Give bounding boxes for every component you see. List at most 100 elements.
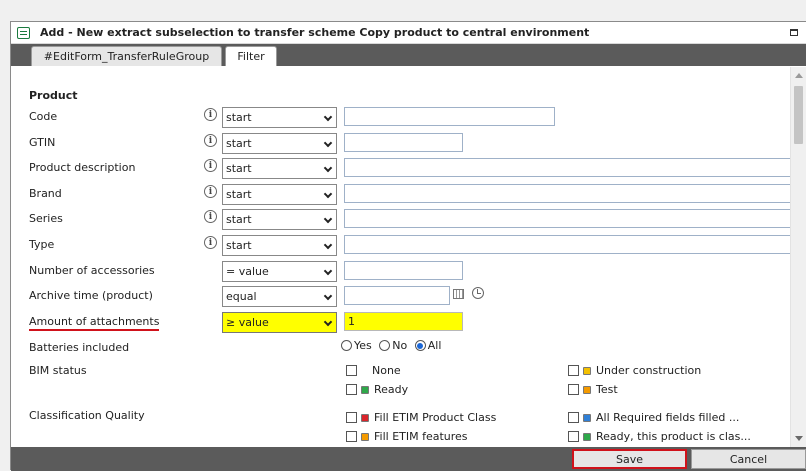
info-icon[interactable]: i <box>204 159 217 172</box>
code-input[interactable] <box>344 107 555 126</box>
row-gtin: GTIN i start <box>11 132 791 154</box>
window-title: Add - New extract subselection to transf… <box>40 26 590 39</box>
checkbox-label: Test <box>596 383 618 396</box>
yellow-status-icon <box>583 366 591 375</box>
dialog-window: Add - New extract subselection to transf… <box>10 21 806 471</box>
tab-bar: #EditForm_TransferRuleGroup Filter <box>11 44 806 66</box>
row-classification-quality: Classification Quality Fill ETIM Product… <box>11 405 791 447</box>
field-label: Product description <box>29 161 136 174</box>
checkbox[interactable] <box>346 431 357 442</box>
checkbox[interactable] <box>568 412 579 423</box>
form-icon <box>17 26 30 39</box>
checkbox[interactable] <box>568 384 579 395</box>
cancel-button[interactable]: Cancel <box>691 449 806 469</box>
red-status-icon <box>361 413 369 422</box>
row-type: Type i start <box>11 234 791 256</box>
archive-date-input[interactable] <box>344 286 450 305</box>
gtin-input[interactable] <box>344 133 463 152</box>
tab-filter[interactable]: Filter <box>225 46 277 66</box>
operator-select[interactable]: equal <box>222 286 337 307</box>
checkbox-under-construction[interactable]: Under construction <box>568 364 701 377</box>
checkbox[interactable] <box>568 365 579 376</box>
radio-no[interactable] <box>379 340 391 351</box>
series-input[interactable] <box>344 209 791 228</box>
title-bar: Add - New extract subselection to transf… <box>11 22 806 44</box>
calendar-icon[interactable] <box>453 289 464 299</box>
checkbox[interactable] <box>568 431 579 442</box>
radio-label: All <box>427 339 442 352</box>
info-icon[interactable]: i <box>204 210 217 223</box>
operator-select[interactable]: start <box>222 133 337 154</box>
operator-select[interactable]: = value <box>222 261 337 282</box>
row-number-of-accessories: Number of accessories = value <box>11 260 791 282</box>
field-label: Brand <box>29 187 62 200</box>
checkbox-label: All Required fields filled ... <box>596 411 740 424</box>
clock-icon[interactable] <box>472 287 484 299</box>
footer-bar: Save Cancel <box>11 447 806 471</box>
info-icon[interactable]: i <box>204 236 217 249</box>
maximize-icon[interactable] <box>790 29 798 36</box>
type-input[interactable] <box>344 235 791 254</box>
checkbox-ready[interactable]: Ready <box>346 383 408 396</box>
operator-select[interactable]: start <box>222 235 337 256</box>
blue-status-icon <box>583 413 591 422</box>
operator-select[interactable]: start <box>222 107 337 128</box>
radio-all[interactable] <box>414 340 426 351</box>
select-value: start <box>226 239 252 252</box>
select-value: start <box>226 111 252 124</box>
field-label: Series <box>29 212 63 225</box>
brand-input[interactable] <box>344 184 791 203</box>
info-icon[interactable]: i <box>204 134 217 147</box>
attachments-input[interactable]: 1 <box>344 312 463 331</box>
scroll-up-icon[interactable] <box>795 73 803 78</box>
info-icon[interactable]: i <box>204 185 217 198</box>
checkbox[interactable] <box>346 412 357 423</box>
green-status-icon <box>361 385 369 394</box>
tab-editform[interactable]: #EditForm_TransferRuleGroup <box>31 46 222 66</box>
checkbox-fill-etim-product-class[interactable]: Fill ETIM Product Class <box>346 411 496 424</box>
checkbox-ready-classified[interactable]: Ready, this product is clas... <box>568 430 751 443</box>
checkbox-label: Fill ETIM Product Class <box>374 411 497 424</box>
operator-select[interactable]: start <box>222 209 337 230</box>
scroll-thumb[interactable] <box>794 86 803 144</box>
filter-form: Product Code i start GTIN i start Produc… <box>11 67 791 447</box>
checkbox-fill-etim-features[interactable]: Fill ETIM features <box>346 430 468 443</box>
radio-label: Yes <box>354 339 372 352</box>
radio-yes[interactable] <box>341 340 352 351</box>
checkbox-all-required-fields[interactable]: All Required fields filled ... <box>568 411 739 424</box>
operator-select[interactable]: ≥ value <box>222 312 337 333</box>
operator-select[interactable]: start <box>222 158 337 179</box>
save-button[interactable]: Save <box>572 449 687 469</box>
accessories-input[interactable] <box>344 261 463 280</box>
field-label: Batteries included <box>29 341 130 354</box>
chevron-down-icon <box>323 189 333 199</box>
chevron-down-icon <box>323 163 333 173</box>
chevron-down-icon <box>323 138 333 148</box>
row-batteries-included: Batteries included Yes No All <box>11 337 791 359</box>
chevron-down-icon <box>323 291 333 301</box>
row-bim-status: BIM status None Under construction Ready… <box>11 360 791 404</box>
radio-label: No <box>392 339 408 352</box>
info-icon[interactable]: i <box>204 108 217 121</box>
chevron-down-icon <box>323 112 333 122</box>
checkbox-test[interactable]: Test <box>568 383 618 396</box>
select-value: ≥ value <box>226 316 269 329</box>
select-value: start <box>226 188 252 201</box>
vertical-scrollbar[interactable] <box>790 67 806 447</box>
checkbox-label: Ready <box>374 383 409 396</box>
checkbox[interactable] <box>346 365 357 376</box>
orange-status-icon <box>361 432 369 441</box>
select-value: equal <box>226 290 257 303</box>
select-value: = value <box>226 265 269 278</box>
scroll-down-icon[interactable] <box>795 436 803 441</box>
checkbox[interactable] <box>346 384 357 395</box>
select-value: start <box>226 213 252 226</box>
row-code: Code i start <box>11 106 791 128</box>
checkbox-none[interactable]: None <box>346 364 401 377</box>
chevron-down-icon <box>323 240 333 250</box>
field-label: BIM status <box>29 364 87 377</box>
field-label: Amount of attachments <box>29 315 160 331</box>
product-description-input[interactable] <box>344 158 791 177</box>
operator-select[interactable]: start <box>222 184 337 205</box>
field-label: GTIN <box>29 136 56 149</box>
